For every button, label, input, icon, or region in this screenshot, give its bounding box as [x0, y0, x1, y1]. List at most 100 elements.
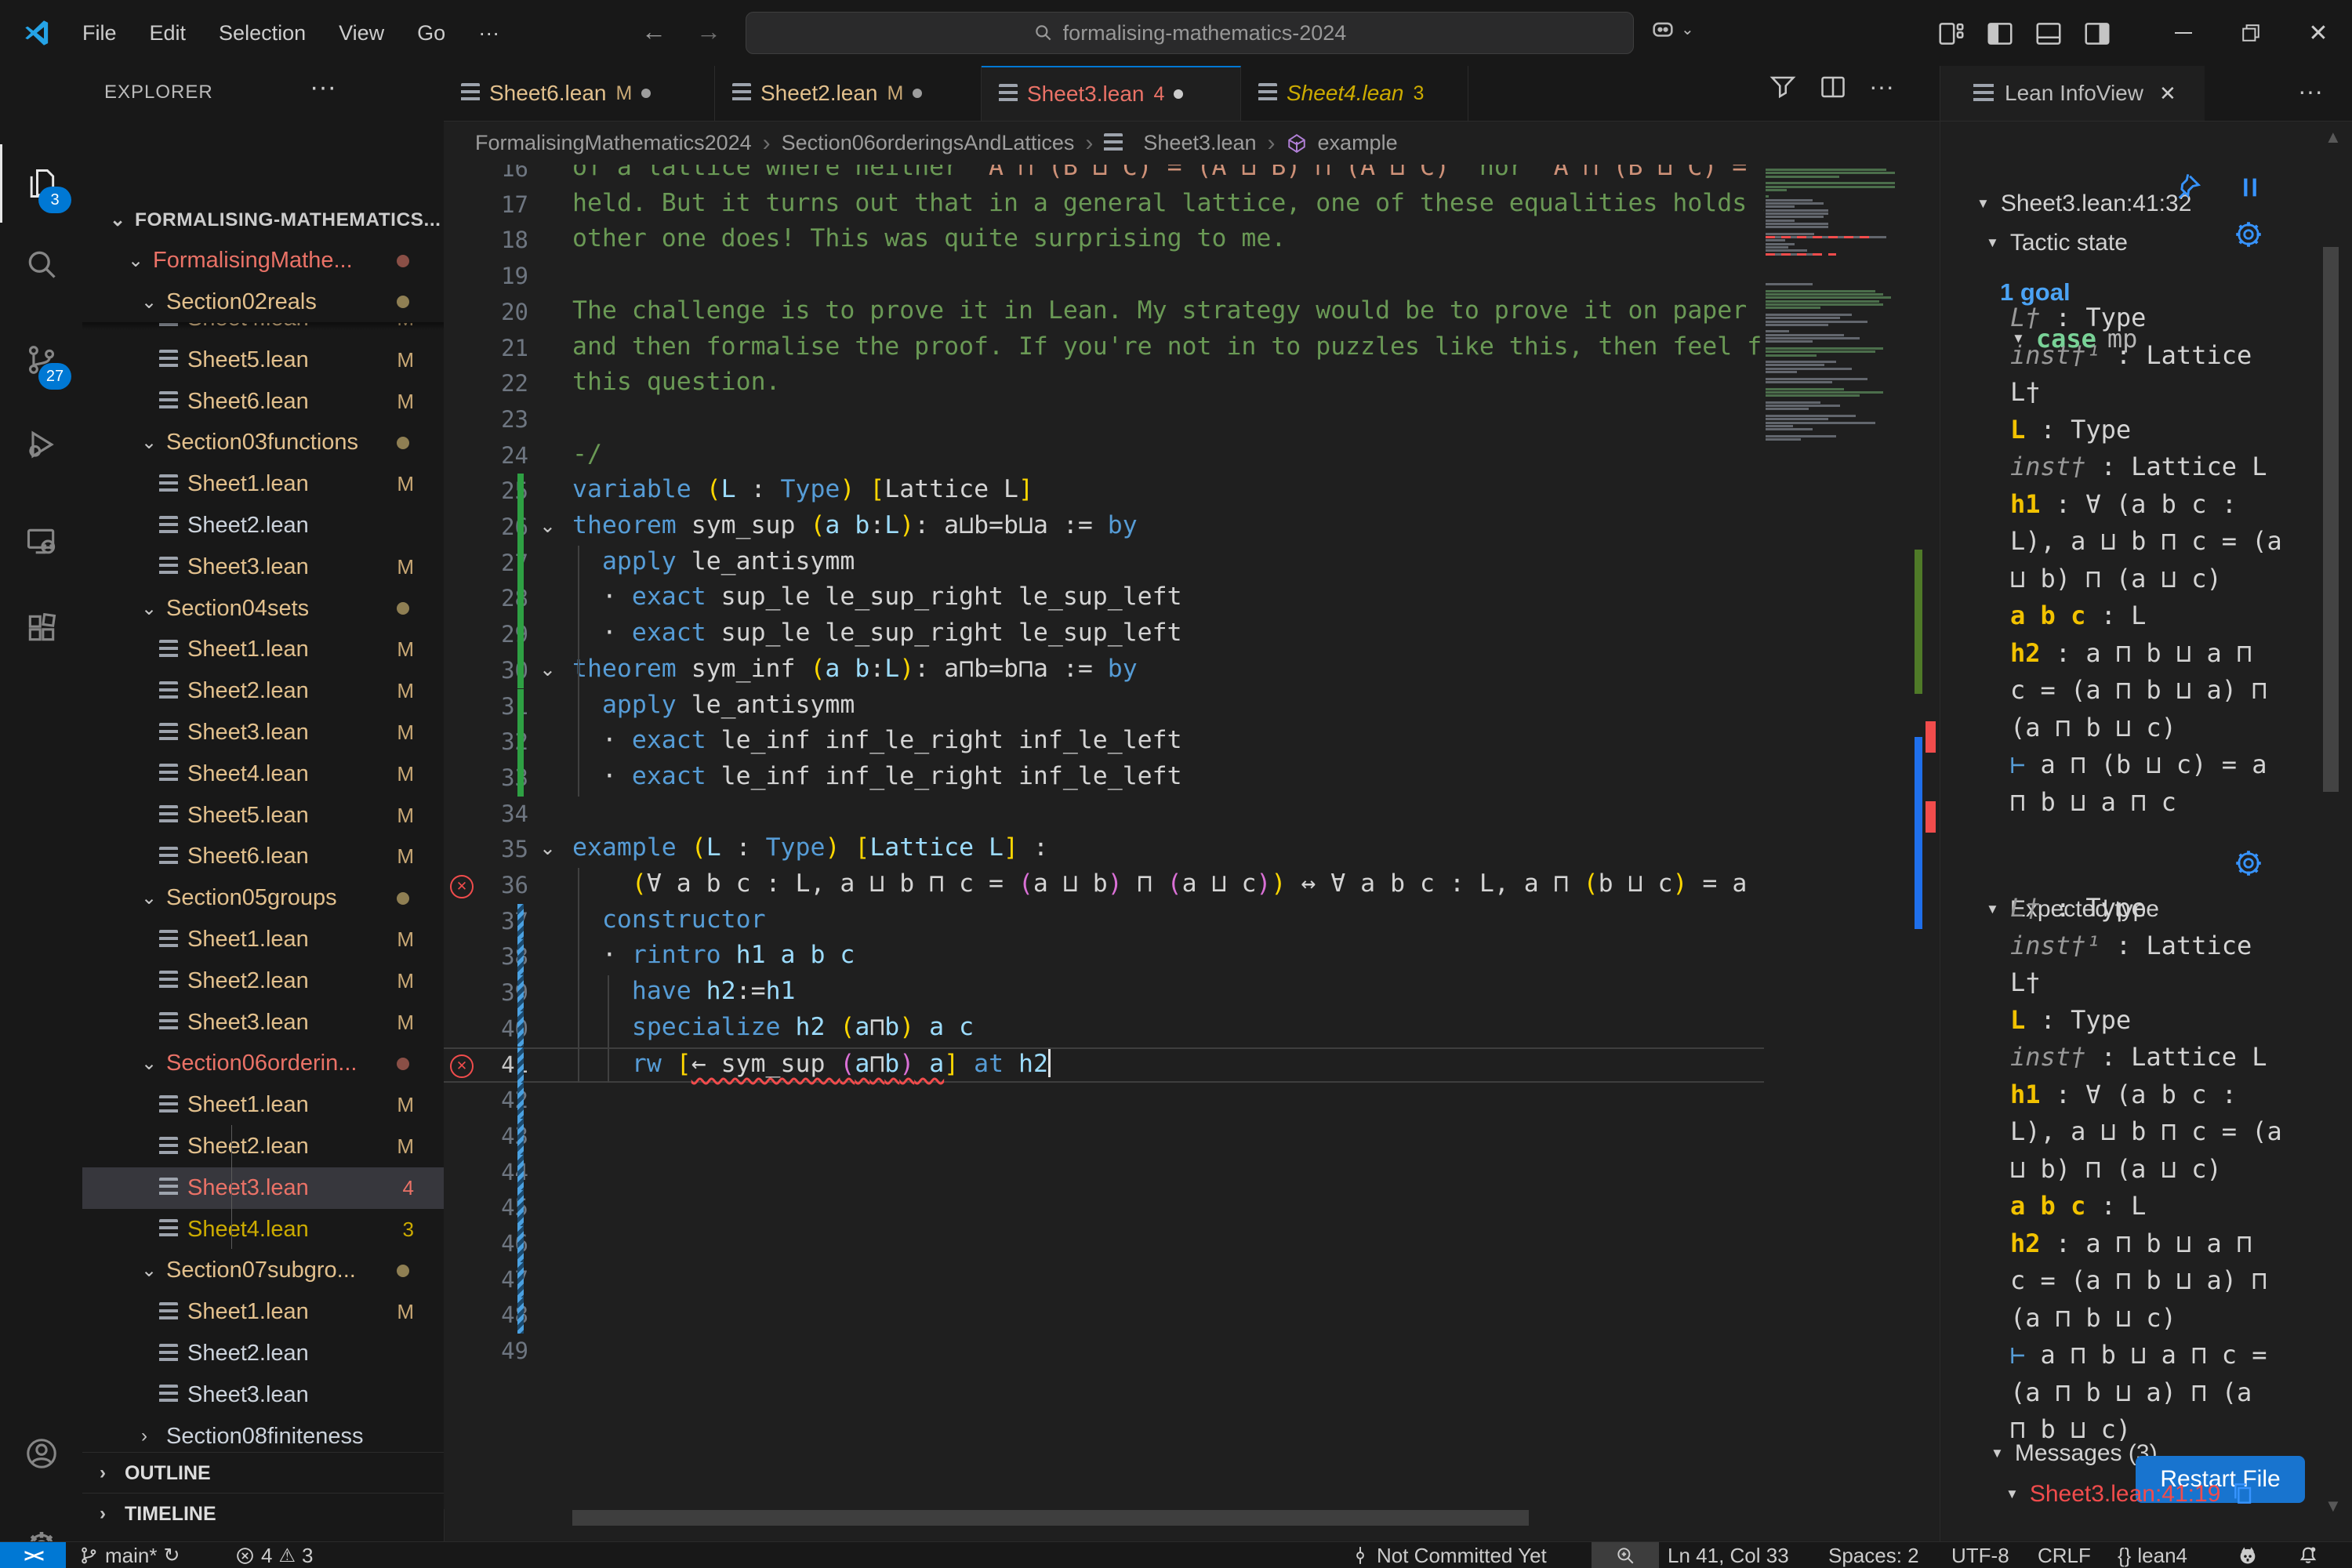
code-line-44[interactable]: 44	[444, 1155, 1764, 1191]
language-mode-item[interactable]: {} lean4	[2118, 1542, 2187, 1568]
tree-file-sheet3lean[interactable]: Sheet3.leanM	[82, 712, 444, 753]
tree-file-sheet3lean[interactable]: Sheet3.lean	[82, 1374, 444, 1416]
close-icon[interactable]: ✕	[2159, 82, 2176, 106]
window-minimize-icon[interactable]	[2150, 0, 2217, 66]
infoview-more-icon[interactable]: ···	[2298, 77, 2323, 106]
remote-indicator[interactable]: ><	[0, 1542, 66, 1568]
code-line-41[interactable]: ✕41 rw [← sym_sup (a⊓b) a] at h2	[444, 1047, 1764, 1083]
tree-folder-section04sets[interactable]: ⌄Section04sets	[82, 588, 444, 630]
menu-item-4[interactable]: Go	[401, 0, 462, 66]
window-close-icon[interactable]: ✕	[2285, 0, 2352, 66]
code-line-36[interactable]: ✕36 (∀ a b c : L, a ⊔ b ⊓ c = (a ⊔ b) ⊓ …	[444, 868, 1764, 904]
code-line-19[interactable]: 19	[444, 259, 1764, 295]
infoview-file-header[interactable]: ▼ Sheet3.lean:41:32	[1976, 185, 2191, 223]
menu-item-0[interactable]: File	[66, 0, 133, 66]
infoview-tab[interactable]: Lean InfoView ✕	[1940, 66, 2205, 121]
account-icon[interactable]	[0, 1414, 82, 1493]
copilot-icon[interactable]: ⌄	[1650, 16, 1694, 42]
github-item[interactable]	[2237, 1542, 2259, 1568]
menu-item-3[interactable]: View	[322, 0, 401, 66]
fold-chevron-icon[interactable]: ⌄	[539, 837, 556, 860]
code-line-23[interactable]: 23	[444, 402, 1764, 438]
code-line-17[interactable]: 17held. But it turns out that in a gener…	[444, 187, 1764, 223]
code-line-28[interactable]: 28 · exact sup_le le_sup_right le_sup_le…	[444, 581, 1764, 617]
breadcrumb-item-3[interactable]: example	[1318, 131, 1398, 155]
tree-file-sheet2lean[interactable]: Sheet2.leanM	[82, 1126, 444, 1167]
scroll-up-icon[interactable]: ▲	[2325, 127, 2342, 147]
tree-file-sheet3lean[interactable]: Sheet3.leanM	[82, 1002, 444, 1044]
settings-gear-icon[interactable]	[2232, 218, 2265, 251]
toggle-primary-sidebar-icon[interactable]	[1985, 19, 2015, 49]
tree-folder-section07subgro[interactable]: ⌄Section07subgro...	[82, 1250, 444, 1291]
toggle-panel-icon[interactable]	[2034, 19, 2063, 49]
tree-file-sheet2lean[interactable]: Sheet2.leanM	[82, 670, 444, 712]
activity-explorer-icon[interactable]: 3	[0, 144, 82, 223]
customize-layout-icon[interactable]	[1936, 19, 1966, 49]
timeline-section-header[interactable]: › TIMELINE	[82, 1493, 444, 1534]
tree-file-sheet2lean[interactable]: Sheet2.leanM	[82, 960, 444, 1002]
code-line-43[interactable]: 43	[444, 1119, 1764, 1155]
zoom-indicator[interactable]	[1592, 1542, 1659, 1568]
tree-folder-section08finiteness[interactable]: ›Section08finiteness	[82, 1416, 444, 1452]
tab-sheet4lean[interactable]: Sheet4.lean3	[1241, 66, 1468, 121]
code-line-24[interactable]: 24-/	[444, 438, 1764, 474]
activity-source-control-icon[interactable]: 27	[0, 321, 82, 399]
code-line-47[interactable]: 47	[444, 1262, 1764, 1298]
activity-search-icon[interactable]	[0, 225, 82, 303]
tree-file-sheet2lean[interactable]: Sheet2.lean	[82, 505, 444, 546]
tree-folder-section05groups[interactable]: ⌄Section05groups	[82, 877, 444, 919]
fold-chevron-icon[interactable]: ⌄	[539, 514, 556, 538]
goal-filter-icon[interactable]	[1769, 73, 1797, 101]
code-line-42[interactable]: 42	[444, 1083, 1764, 1119]
messages-header[interactable]: ▼ Messages (3)	[1991, 1435, 2158, 1472]
window-restore-icon[interactable]	[2217, 0, 2285, 66]
toggle-secondary-sidebar-icon[interactable]	[2082, 19, 2112, 49]
horizontal-scrollbar[interactable]	[572, 1510, 1529, 1526]
code-line-40[interactable]: 40 specialize h2 (a⊓b) a c	[444, 1011, 1764, 1047]
code-line-21[interactable]: 21and then formalise the proof. If you'r…	[444, 331, 1764, 367]
code-line-27[interactable]: 27 apply le_antisymm	[444, 546, 1764, 582]
editor-more-icon[interactable]: ···	[1869, 72, 1894, 101]
tree-file-sheet3lean[interactable]: Sheet3.lean4	[82, 1167, 444, 1209]
code-line-34[interactable]: 34	[444, 797, 1764, 833]
tree-file-sheet3lean[interactable]: Sheet3.leanM	[82, 546, 444, 588]
message-error-location[interactable]: ▼ Sheet3.lean:41:19	[2005, 1475, 2256, 1513]
notifications-bell-icon[interactable]	[2297, 1542, 2319, 1568]
breadcrumb-item-0[interactable]: FormalisingMathematics2024	[475, 131, 752, 155]
code-line-26[interactable]: 26⌄theorem sym_sup (a b:L): a⊔b=b⊔a := b…	[444, 510, 1764, 546]
code-line-20[interactable]: 20The challenge is to prove it in Lean. …	[444, 295, 1764, 331]
problems-item[interactable]: 4 ⚠ 3	[235, 1542, 313, 1568]
tree-folder-formalisingmathe[interactable]: ⌄FormalisingMathe...	[82, 240, 444, 281]
outline-section-header[interactable]: › OUTLINE	[82, 1452, 444, 1494]
fold-chevron-icon[interactable]: ⌄	[539, 658, 556, 681]
tab-sheet3lean[interactable]: Sheet3.lean4	[982, 66, 1241, 121]
code-line-48[interactable]: 48	[444, 1298, 1764, 1334]
activity-extensions-icon[interactable]	[0, 589, 82, 667]
cursor-position-item[interactable]: Ln 41, Col 33	[1668, 1542, 1789, 1568]
code-line-25[interactable]: 25variable (L : Type) [Lattice L]	[444, 474, 1764, 510]
indentation-item[interactable]: Spaces: 2	[1828, 1542, 1919, 1568]
tab-sheet6lean[interactable]: Sheet6.leanM	[444, 66, 715, 121]
code-line-31[interactable]: 31 apply le_antisymm	[444, 689, 1764, 725]
pin-icon[interactable]	[2172, 172, 2202, 202]
menu-item-1[interactable]: Edit	[133, 0, 203, 66]
git-branch-item[interactable]: main* ↻	[78, 1542, 180, 1568]
code-line-22[interactable]: 22this question.	[444, 366, 1764, 402]
activity-remote-explorer-icon[interactable]	[0, 503, 82, 581]
tab-sheet2lean[interactable]: Sheet2.leanM	[715, 66, 982, 121]
nav-forward-icon[interactable]: →	[696, 17, 721, 46]
infoview-scrollbar[interactable]	[2323, 247, 2339, 792]
tree-file-sheet5lean[interactable]: Sheet5.leanM	[82, 339, 444, 381]
split-editor-icon[interactable]	[1819, 73, 1847, 101]
tree-file-sheet4lean[interactable]: Sheet4.lean3	[82, 1209, 444, 1250]
menu-item-2[interactable]: Selection	[202, 0, 322, 66]
activity-run-debug-icon[interactable]	[0, 405, 82, 484]
tree-file-sheet1lean[interactable]: Sheet1.leanM	[82, 1291, 444, 1333]
dirty-dot-icon[interactable]	[641, 89, 651, 98]
code-line-30[interactable]: 30⌄theorem sym_inf (a b:L): a⊓b=b⊓a := b…	[444, 653, 1764, 689]
breadcrumb-item-1[interactable]: Section06orderingsAndLattices	[782, 131, 1075, 155]
settings-gear-icon[interactable]	[2232, 847, 2265, 880]
dirty-dot-icon[interactable]	[1174, 89, 1183, 99]
menu-item-5[interactable]: ···	[462, 0, 516, 66]
code-line-16[interactable]: 16of a lattice where neither `A ⊓ (B ⊔ C…	[444, 165, 1764, 187]
